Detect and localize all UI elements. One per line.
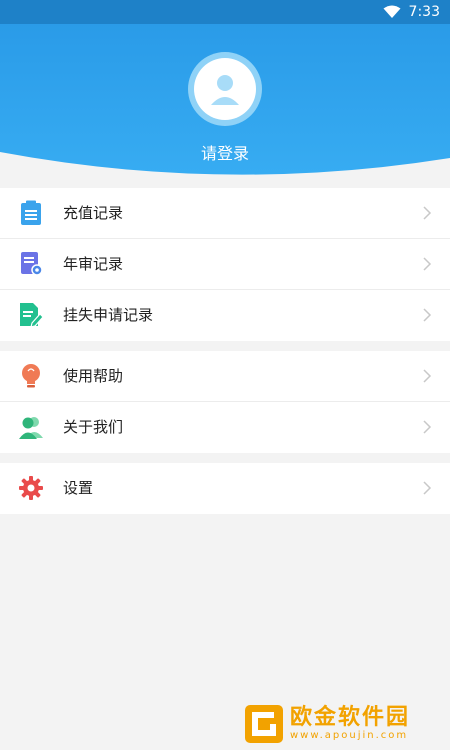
- wifi-icon: [383, 5, 401, 19]
- menu-item-annual-review-records[interactable]: 年审记录: [0, 239, 450, 290]
- menu-item-label: 充值记录: [63, 204, 124, 222]
- menu-item-label: 挂失申请记录: [63, 306, 154, 324]
- status-time: 7:33: [408, 4, 440, 20]
- avatar[interactable]: [188, 52, 262, 126]
- watermark-title: 欧金软件园: [290, 705, 411, 730]
- menu-item-label: 使用帮助: [63, 367, 124, 385]
- menu-group-settings: 设置: [0, 463, 450, 514]
- menu-item-label: 年审记录: [63, 255, 124, 273]
- menu-item-label: 关于我们: [63, 418, 124, 436]
- menu-item-recharge-records[interactable]: 充值记录: [0, 188, 450, 239]
- login-link[interactable]: 请登录: [0, 140, 450, 164]
- clipboard-list-icon: [18, 200, 44, 226]
- watermark-logo-icon: [245, 705, 283, 743]
- menu-group-records: 充值记录 年审记录 挂失申请记录: [0, 188, 450, 341]
- menu-item-about-us[interactable]: 关于我们: [0, 402, 450, 453]
- chevron-right-icon: [423, 481, 432, 495]
- chevron-right-icon: [423, 257, 432, 271]
- gear-icon: [18, 475, 44, 501]
- profile-header: 请登录: [0, 24, 450, 184]
- watermark-url: www.apoujin.com: [290, 730, 409, 741]
- menu-item-help[interactable]: 使用帮助: [0, 351, 450, 402]
- chevron-right-icon: [423, 206, 432, 220]
- menu-item-loss-report-records[interactable]: 挂失申请记录: [0, 290, 450, 341]
- menu-item-settings[interactable]: 设置: [0, 463, 450, 514]
- users-icon: [18, 414, 44, 440]
- watermark: 欧金软件园 www.apoujin.com: [244, 702, 444, 746]
- document-edit-icon: [18, 302, 44, 328]
- lightbulb-icon: [18, 363, 44, 389]
- menu-group-info: 使用帮助 关于我们: [0, 351, 450, 453]
- menu-item-label: 设置: [63, 479, 94, 497]
- chevron-right-icon: [423, 420, 432, 434]
- chevron-right-icon: [423, 369, 432, 383]
- document-settings-icon: [18, 251, 44, 277]
- status-bar: 7:33: [0, 0, 450, 24]
- chevron-right-icon: [423, 308, 432, 322]
- user-avatar-icon: [194, 58, 256, 120]
